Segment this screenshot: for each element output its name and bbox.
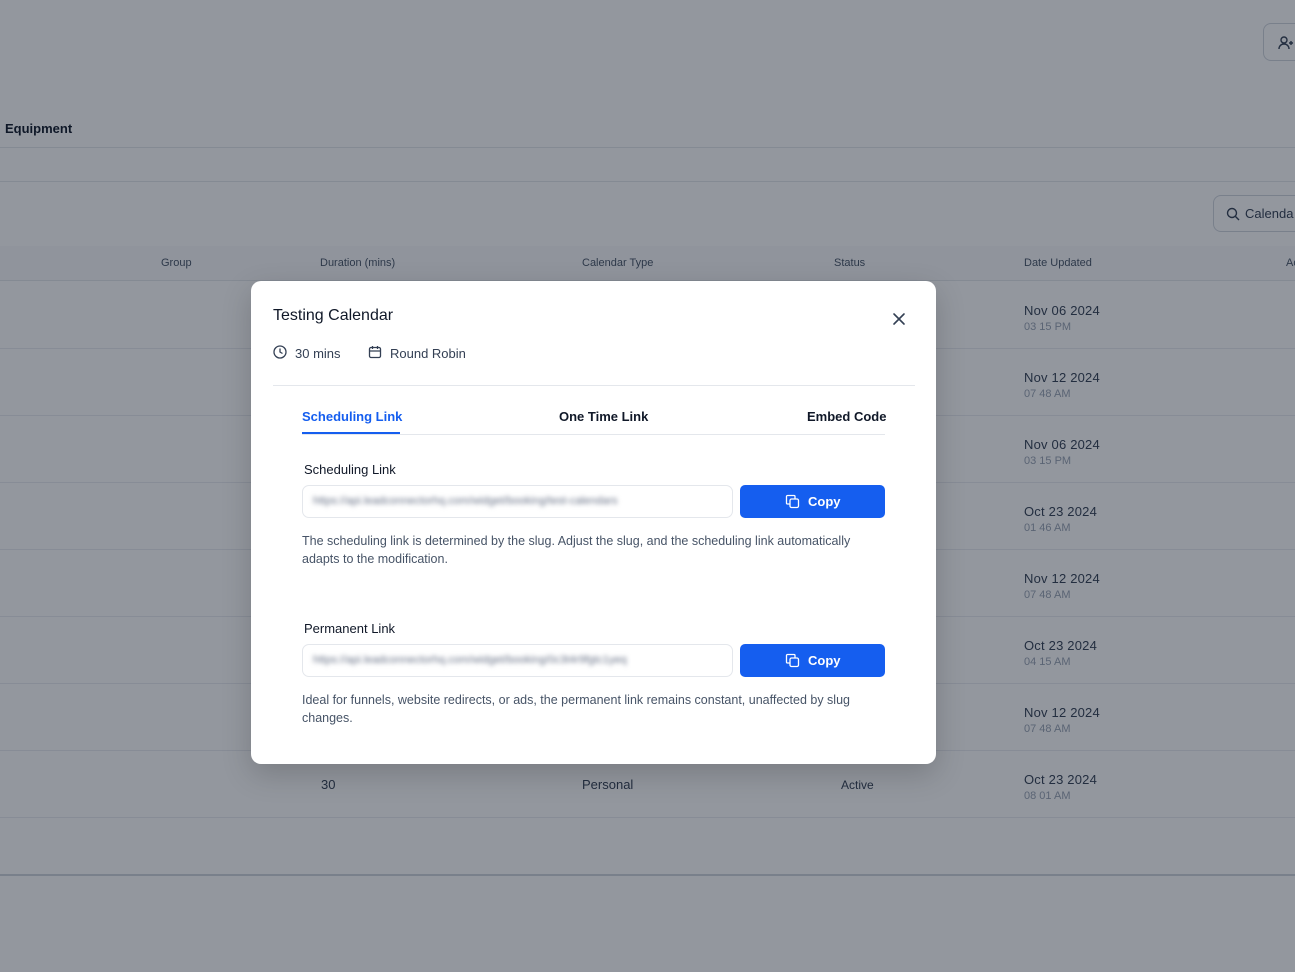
calendar-type-label: Round Robin: [390, 346, 466, 361]
modal-title: Testing Calendar: [273, 307, 394, 324]
permanent-link-label: Permanent Link: [304, 621, 396, 636]
copy-icon: [785, 494, 800, 509]
copy-label: Copy: [808, 494, 841, 509]
tab-one-time-link[interactable]: One Time Link: [559, 409, 648, 424]
calendar-icon: [368, 346, 382, 359]
close-icon[interactable]: [889, 309, 909, 329]
divider: [273, 385, 915, 386]
copy-icon: [785, 653, 800, 668]
copy-scheduling-link-button[interactable]: Copy: [740, 485, 885, 518]
copy-permanent-link-button[interactable]: Copy: [740, 644, 885, 677]
permanent-link-help: Ideal for funnels, website redirects, or…: [302, 693, 850, 725]
clock-icon: [273, 345, 287, 359]
tab-scheduling-link[interactable]: Scheduling Link: [302, 409, 402, 424]
permanent-link-value: https://api.leadconnectorhq.com/widget/b…: [313, 654, 627, 666]
copy-label: Copy: [808, 653, 841, 668]
permanent-link-field[interactable]: https://api.leadconnectorhq.com/widget/b…: [302, 644, 733, 677]
duration-label: 30 mins: [295, 346, 341, 361]
tabs-baseline: [302, 434, 885, 435]
share-calendar-modal: Testing Calendar 30 mins Round Robin Sch…: [251, 281, 936, 764]
scheduling-link-value: https://api.leadconnectorhq.com/widget/b…: [313, 495, 618, 507]
scheduling-link-field[interactable]: https://api.leadconnectorhq.com/widget/b…: [302, 485, 733, 518]
scheduling-link-label: Scheduling Link: [304, 462, 396, 477]
active-tab-indicator: [302, 432, 400, 434]
scheduling-link-help: The scheduling link is determined by the…: [302, 534, 851, 566]
tab-embed-code[interactable]: Embed Code: [807, 409, 886, 424]
